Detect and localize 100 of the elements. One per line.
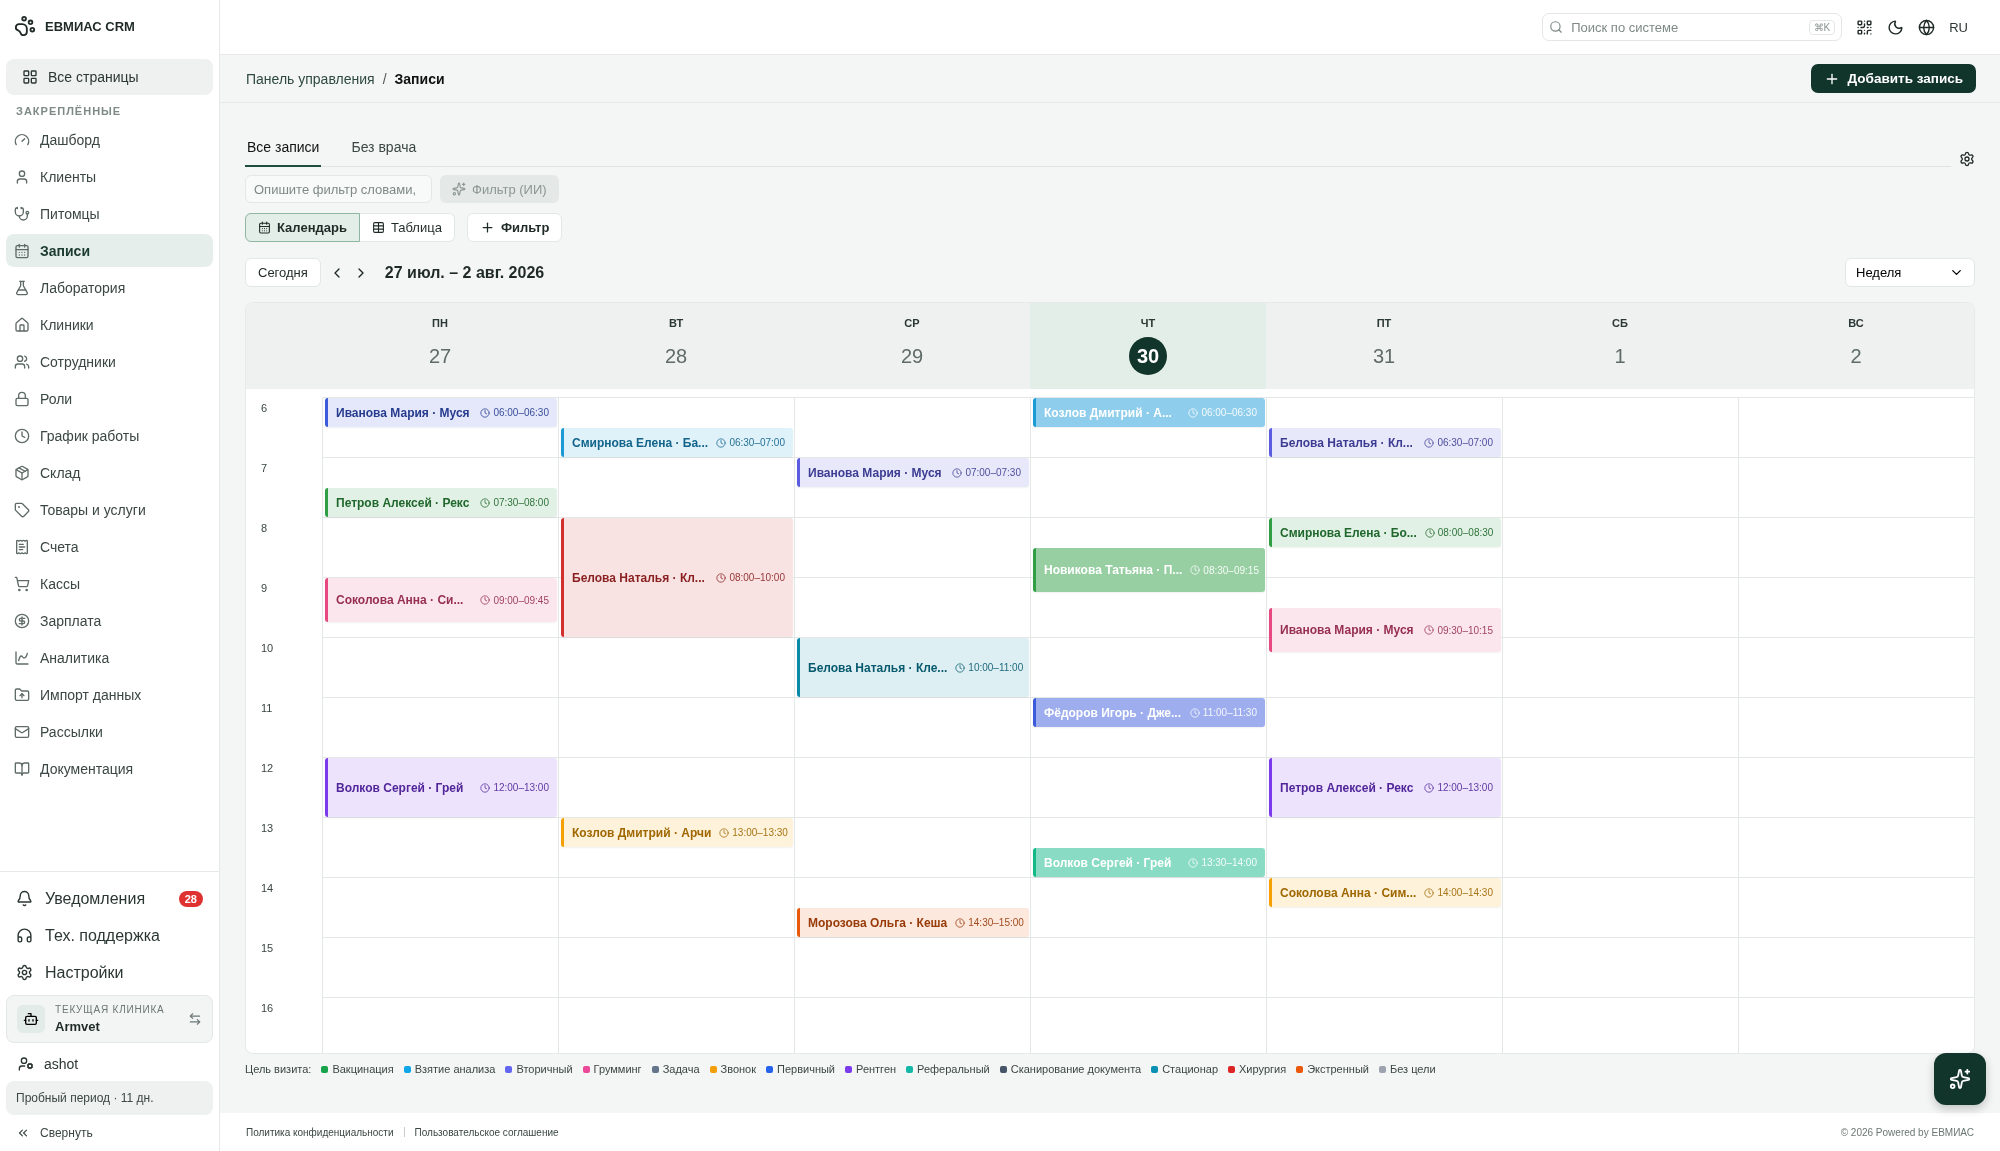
sidebar-item[interactable]: Тех. поддержка	[6, 917, 213, 954]
filter-button[interactable]: Фильтр	[466, 213, 563, 242]
sidebar-item[interactable]: Лаборатория	[6, 271, 213, 304]
sidebar-item[interactable]: Уведомления 28	[6, 880, 213, 917]
breadcrumb-link[interactable]: Записи	[394, 70, 445, 87]
search-field[interactable]: Поиск по системе	[1569, 18, 1803, 36]
nav-icon	[14, 131, 30, 148]
sidebar-item[interactable]: Документация	[6, 752, 213, 785]
clock-icon	[955, 662, 966, 673]
appointment[interactable]: Соколова Анна · Сим... 14:00–14:30	[1269, 878, 1501, 907]
breadcrumb-link[interactable]: Панель управления	[246, 70, 375, 87]
clock-icon	[1424, 527, 1435, 538]
globe-icon[interactable]	[1918, 18, 1936, 36]
legend-item: Вакцинация	[332, 1063, 394, 1075]
clock-icon	[480, 595, 491, 605]
user-icon	[18, 1056, 34, 1072]
clock-icon	[1188, 407, 1199, 418]
appointment[interactable]: Петров Алексей · Рекс 12:00–13:00	[1269, 758, 1501, 817]
clock-icon	[716, 572, 727, 583]
footer-link[interactable]: Пользовательское соглашение	[414, 1126, 559, 1138]
sparkles-icon	[1949, 1068, 1971, 1090]
appointment[interactable]: Иванова Мария · Муся 06:00–06:30	[325, 398, 557, 427]
appointment[interactable]: Петров Алексей · Рекс 07:30–08:00	[325, 488, 557, 517]
bell-icon	[16, 890, 33, 907]
sidebar-item[interactable]: Склад	[6, 456, 213, 489]
tab[interactable]: Без врача	[349, 133, 419, 167]
appointment[interactable]: Смирнова Елена · Ба... 06:30–07:00	[561, 428, 793, 457]
all-pages-button[interactable]: Все страницы	[6, 59, 213, 95]
appointment[interactable]: Волков Сергей · Грей 12:00–13:00	[325, 758, 557, 817]
sidebar-item[interactable]: Роли	[6, 382, 213, 415]
day-number: 29	[899, 343, 925, 369]
sidebar-item[interactable]: Товары и услуги	[6, 493, 213, 526]
appointment[interactable]: Белова Наталья · Кл... 08:00–10:00	[561, 518, 793, 637]
robot-icon	[23, 1011, 39, 1027]
grid-icon	[22, 69, 38, 85]
clock-icon	[1424, 887, 1435, 898]
weekday: ПТ	[1376, 317, 1392, 329]
nav-icon	[14, 538, 30, 555]
weekday: ПН	[432, 317, 448, 329]
sidebar-item[interactable]: Записи	[6, 234, 213, 267]
weekday: СР	[904, 317, 920, 329]
weekday: СБ	[1612, 317, 1628, 329]
clinic-name: Armvet	[55, 1019, 101, 1034]
sidebar-item[interactable]: Аналитика	[6, 641, 213, 674]
tab[interactable]: Все записи	[245, 133, 322, 167]
appointment[interactable]: Белова Наталья · Кл... 06:30–07:00	[1269, 428, 1501, 457]
hour-label: 11	[260, 702, 273, 714]
language-code[interactable]: RU	[1949, 19, 1968, 35]
user-button[interactable]: ashot	[6, 1047, 213, 1081]
breadcrumb-separator: /	[382, 70, 387, 87]
weekday: ЧТ	[1140, 317, 1156, 329]
qr-code-icon[interactable]	[1856, 18, 1874, 36]
sidebar-item[interactable]: График работы	[6, 419, 213, 452]
sidebar-item[interactable]: Дашборд	[6, 123, 213, 156]
clock-icon	[716, 437, 727, 448]
add-record-button[interactable]: Добавить запись	[1810, 64, 1976, 93]
sidebar-item[interactable]: Клиенты	[6, 160, 213, 193]
nav-icon	[14, 353, 30, 370]
legend-item: Стационар	[1162, 1063, 1219, 1075]
assistant-button[interactable]	[1934, 1053, 1986, 1105]
sidebar-item[interactable]: Счета	[6, 530, 213, 563]
clock-icon	[1424, 782, 1435, 793]
appointment[interactable]: Иванова Мария · Муся 07:00–07:30	[797, 458, 1029, 487]
moon-icon[interactable]	[1887, 18, 1905, 36]
sidebar-item[interactable]: Рассылки	[6, 715, 213, 748]
legend-item: Хирургия	[1239, 1063, 1287, 1075]
day-number: 1	[1613, 343, 1627, 369]
chevrons-icon	[16, 1126, 30, 1140]
brand-name: ЕВМИАС CRM	[45, 18, 135, 34]
day-number: 31	[1371, 343, 1397, 369]
nav-icon	[14, 760, 30, 777]
clock-icon	[480, 407, 491, 418]
period-select[interactable]: Неделя	[1845, 258, 1975, 287]
sidebar-item[interactable]: Импорт данных	[6, 678, 213, 711]
nav-icon	[14, 464, 30, 481]
trial-notice: Пробный период · 11 дн.	[6, 1081, 213, 1115]
calendar-icon	[258, 221, 271, 234]
footer-link[interactable]: Политика конфиденциальности	[246, 1126, 394, 1138]
sidebar-item[interactable]: Клиники	[6, 308, 213, 341]
sidebar-item[interactable]: Сотрудники	[6, 345, 213, 378]
legend-item: Звонок	[720, 1063, 757, 1075]
appointment[interactable]: Белова Наталья · Кле... 10:00–11:00	[797, 638, 1029, 697]
today-button[interactable]: Сегодня	[245, 258, 321, 287]
view-toggle[interactable]: Календарь	[245, 213, 360, 242]
appointment[interactable]: Смирнова Елена · Бо... 08:00–08:30	[1269, 518, 1501, 547]
appointment[interactable]: Козлов Дмитрий · Арчи 13:00–13:30	[561, 818, 793, 847]
sidebar-item[interactable]: Настройки	[6, 954, 213, 991]
appointment[interactable]: Соколова Анна · Си... 09:00–09:45	[325, 578, 557, 622]
sidebar-item[interactable]: Зарплата	[6, 604, 213, 637]
clinic-switcher[interactable]: ТЕКУЩАЯ КЛИНИКА Armvet	[6, 995, 213, 1043]
collapse-button[interactable]: Свернуть	[6, 1115, 213, 1151]
nav-icon	[14, 242, 30, 259]
nav-icon	[14, 612, 30, 629]
view-toggle[interactable]: Таблица	[359, 213, 455, 242]
appointment[interactable]: Морозова Ольга · Кеша 14:30–15:00	[797, 908, 1029, 937]
sidebar-item[interactable]: Кассы	[6, 567, 213, 600]
nav-icon	[14, 390, 30, 407]
settings-icon[interactable]	[1959, 151, 1975, 167]
appointment[interactable]: Иванова Мария · Муся 09:30–10:15	[1269, 608, 1501, 652]
sidebar-item[interactable]: Питомцы	[6, 197, 213, 230]
